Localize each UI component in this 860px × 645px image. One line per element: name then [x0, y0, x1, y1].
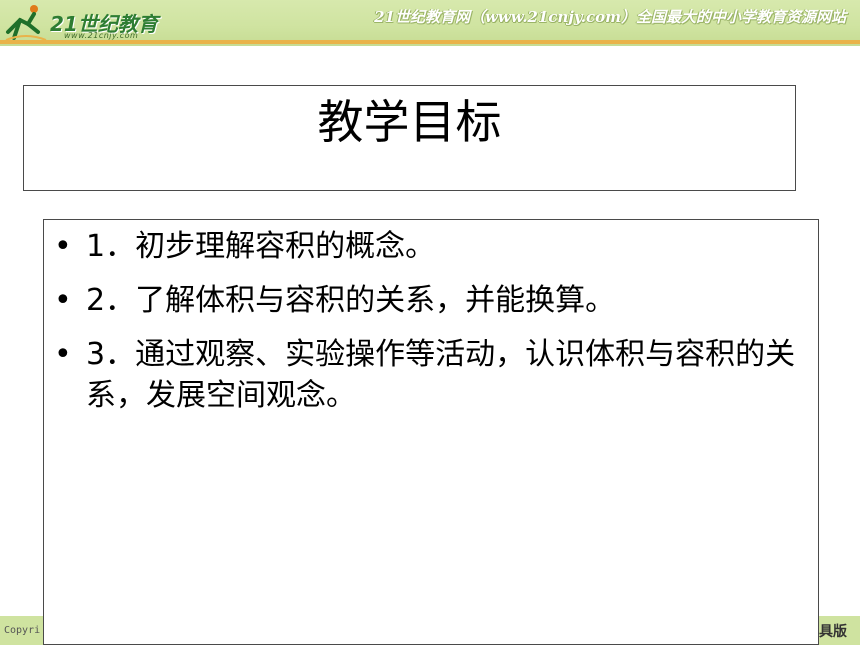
footer-right-text: 具版 — [819, 624, 847, 640]
list-item: • 1．初步理解容积的概念。 — [44, 226, 818, 267]
objectives-list: • 1．初步理解容积的概念。 • 2．了解体积与容积的关系，并能换算。 • 3．… — [44, 226, 818, 429]
running-figure-logo-icon — [5, 5, 47, 41]
site-slogan: 21世纪教育网（www.21cnjy.com）全国最大的中小学教育资源网站 — [374, 8, 846, 26]
objective-text: 2．了解体积与容积的关系，并能换算。 — [86, 283, 616, 318]
objective-text: 3．通过观察、实验操作等活动，认识体积与容积的关系，发展空间观念。 — [86, 337, 796, 413]
site-logo: 21世纪教育 www.21cnjy.com — [4, 2, 194, 42]
list-item: • 3．通过观察、实验操作等活动，认识体积与容积的关系，发展空间观念。 — [44, 334, 818, 416]
site-header-banner: 21世纪教育 www.21cnjy.com 21世纪教育网（www.21cnjy… — [0, 0, 860, 46]
logo-url: www.21cnjy.com — [64, 31, 139, 40]
objective-text: 1．初步理解容积的概念。 — [86, 229, 436, 264]
slide-title: 教学目标 — [317, 95, 502, 149]
slide-content-box: • 1．初步理解容积的概念。 • 2．了解体积与容积的关系，并能换算。 • 3．… — [43, 219, 819, 645]
bullet-dot-icon: • — [54, 229, 72, 264]
footer-copyright-text: Copyri — [4, 625, 41, 636]
bullet-dot-icon: • — [54, 283, 72, 318]
bullet-dot-icon: • — [54, 337, 72, 372]
slide-title-box: 教学目标 — [23, 85, 796, 191]
list-item: • 2．了解体积与容积的关系，并能换算。 — [44, 280, 818, 321]
